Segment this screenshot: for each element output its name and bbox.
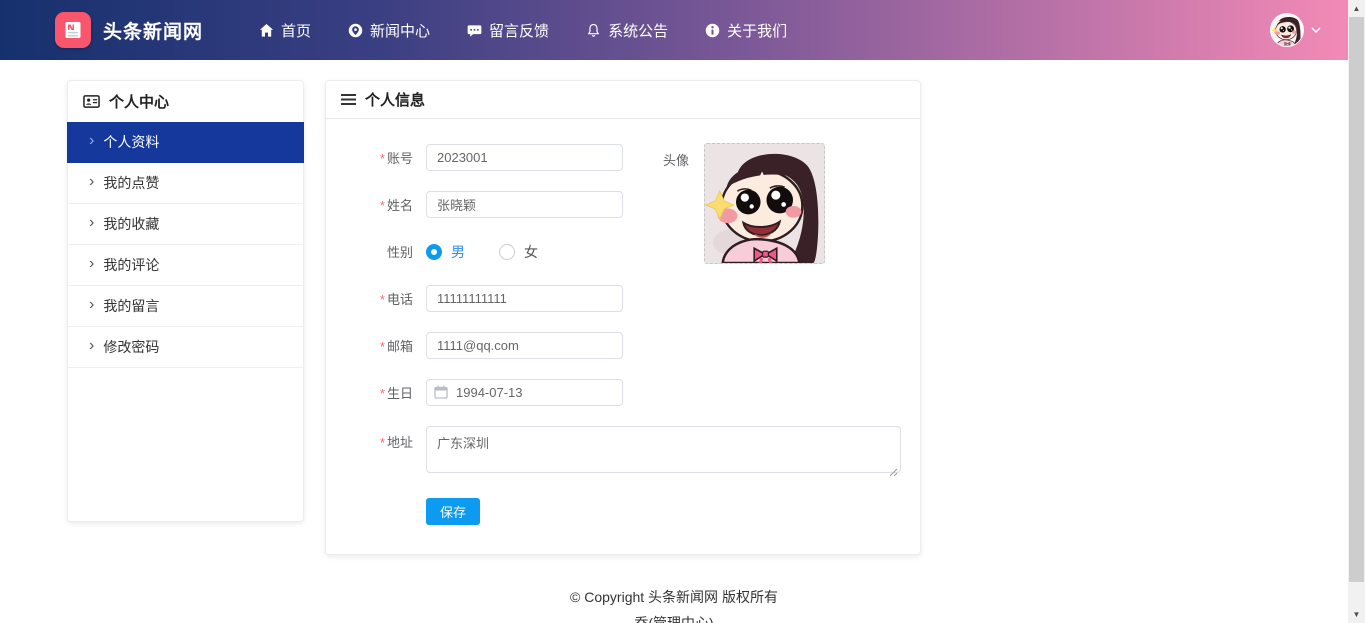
email-label: * 邮箱 xyxy=(379,339,413,354)
avatar-label: 头像 xyxy=(663,153,690,168)
scrollbar-thumb[interactable] xyxy=(1349,17,1364,582)
required-marker: * xyxy=(379,292,385,307)
chevron-right-icon: › xyxy=(89,173,95,190)
personal-center-panel: 个人中心 › 个人资料 › 我的点赞 › 我的收藏 › 我的评论 › 我的留言 … xyxy=(67,80,304,522)
home-icon xyxy=(259,23,274,38)
nav-item-announcements[interactable]: 系统公告 xyxy=(586,20,668,41)
gender-option-label: 女 xyxy=(524,243,538,260)
birthday-row: * 生日 xyxy=(326,379,920,406)
gender-option-male[interactable]: 男 xyxy=(426,242,465,262)
email-input[interactable] xyxy=(426,332,623,359)
user-avatar[interactable] xyxy=(1270,13,1304,47)
location-globe-icon xyxy=(348,23,363,38)
chevron-right-icon: › xyxy=(89,337,95,354)
required-marker: * xyxy=(379,339,385,354)
sidebar-item-change-password[interactable]: › 修改密码 xyxy=(68,327,303,368)
user-menu[interactable] xyxy=(1270,13,1322,47)
chevron-right-icon: › xyxy=(89,255,95,272)
gender-radio-group: 男 女 xyxy=(426,242,538,262)
sidebar-item-label: 我的留言 xyxy=(103,298,160,314)
birthday-input[interactable] xyxy=(426,379,623,406)
id-card-icon xyxy=(83,94,100,109)
gender-option-female[interactable]: 女 xyxy=(499,242,538,262)
birthday-date-picker[interactable] xyxy=(426,379,623,406)
nav-item-feedback[interactable]: 留言反馈 xyxy=(467,20,549,41)
required-marker: * xyxy=(379,151,385,166)
scroll-up-arrow-icon[interactable]: ▲ xyxy=(1348,0,1365,17)
name-row: * 姓名 xyxy=(326,191,920,218)
chevron-down-icon xyxy=(1310,24,1322,36)
sidebar-item-label: 我的收藏 xyxy=(103,216,160,232)
nav-item-label: 新闻中心 xyxy=(370,22,431,40)
nav-item-about[interactable]: 关于我们 xyxy=(705,20,787,41)
sidebar-title: 个人中心 xyxy=(109,94,170,111)
chevron-right-icon: › xyxy=(89,214,95,231)
account-input[interactable] xyxy=(426,144,623,171)
profile-info-panel: 个人信息 *账号 *姓名 性别 男 女 *电话 xyxy=(325,80,921,555)
profile-form: *账号 *姓名 性别 男 女 *电话 xyxy=(326,119,920,525)
sidebar-item-label: 个人资料 xyxy=(103,134,160,150)
required-marker: * xyxy=(379,386,385,401)
sidebar-item-profile[interactable]: › 个人资料 xyxy=(67,122,304,163)
sidebar-item-likes[interactable]: › 我的点赞 xyxy=(68,163,303,204)
comment-icon xyxy=(467,23,482,38)
sidebar-item-comments[interactable]: › 我的评论 xyxy=(68,245,303,286)
radio-unchecked-icon[interactable] xyxy=(499,243,515,260)
nav-item-home[interactable]: 首页 xyxy=(259,20,311,41)
chevron-right-icon: › xyxy=(89,296,95,313)
phone-input[interactable] xyxy=(426,285,623,312)
brand[interactable]: 头条新闻网 xyxy=(55,12,203,48)
nav-item-label: 留言反馈 xyxy=(489,22,550,40)
sidebar-item-label: 我的点赞 xyxy=(103,175,160,191)
top-navbar: 头条新闻网 首页 新闻中心 留言反馈 系统公告 关于我们 xyxy=(0,0,1348,60)
sidebar-header: 个人中心 xyxy=(68,81,303,122)
footer-copyright: © Copyright 头条新闻网 版权所有 xyxy=(570,589,778,605)
sidebar-item-label: 我的评论 xyxy=(103,257,160,273)
menu-lines-icon xyxy=(341,93,356,106)
nav-item-news-center[interactable]: 新闻中心 xyxy=(348,20,430,41)
save-button[interactable]: 保存 xyxy=(426,498,480,525)
newspaper-logo-icon xyxy=(55,12,91,48)
required-marker: * xyxy=(379,198,385,213)
name-input[interactable] xyxy=(426,191,623,218)
sidebar-item-favorites[interactable]: › 我的收藏 xyxy=(68,204,303,245)
phone-row: * 电话 xyxy=(326,285,920,312)
panel-header: 个人信息 xyxy=(326,81,920,119)
address-textarea[interactable]: 广东深圳 xyxy=(426,426,901,473)
nav-item-label: 关于我们 xyxy=(727,22,788,40)
email-row: * 邮箱 xyxy=(326,332,920,359)
sidebar-item-label: 修改密码 xyxy=(103,339,160,355)
address-textarea-wrap: 广东深圳 xyxy=(426,426,901,478)
brand-title: 头条新闻网 xyxy=(103,21,204,43)
scroll-down-arrow-icon[interactable]: ▼ xyxy=(1348,606,1365,623)
gender-row: 性别 男 女 xyxy=(326,238,920,265)
birthday-label: * 生日 xyxy=(379,386,413,401)
nav-item-label: 首页 xyxy=(281,22,312,40)
phone-label: * 电话 xyxy=(379,292,413,307)
gender-option-label: 男 xyxy=(451,243,465,260)
name-label: * 姓名 xyxy=(379,198,413,213)
account-row: * 账号 xyxy=(326,144,920,171)
address-row: * 地址 广东深圳 xyxy=(326,426,920,478)
radio-checked-icon[interactable] xyxy=(426,243,442,260)
profile-avatar-image[interactable] xyxy=(704,143,825,264)
required-marker: * xyxy=(379,435,385,450)
footer-partial-line: 乔(管理中心) xyxy=(634,615,714,623)
gender-label: 性别 xyxy=(386,245,413,260)
nav-menu: 首页 新闻中心 留言反馈 系统公告 关于我们 xyxy=(259,20,787,41)
bell-icon xyxy=(586,23,601,38)
account-label: * 账号 xyxy=(379,151,413,166)
info-icon xyxy=(705,23,720,38)
vertical-scrollbar[interactable]: ▲ ▼ xyxy=(1348,0,1365,623)
sidebar-item-messages[interactable]: › 我的留言 xyxy=(68,286,303,327)
address-label: * 地址 xyxy=(379,435,413,450)
chevron-right-icon: › xyxy=(89,132,95,149)
panel-title: 个人信息 xyxy=(365,92,426,109)
calendar-icon xyxy=(434,385,448,399)
nav-item-label: 系统公告 xyxy=(608,22,669,40)
